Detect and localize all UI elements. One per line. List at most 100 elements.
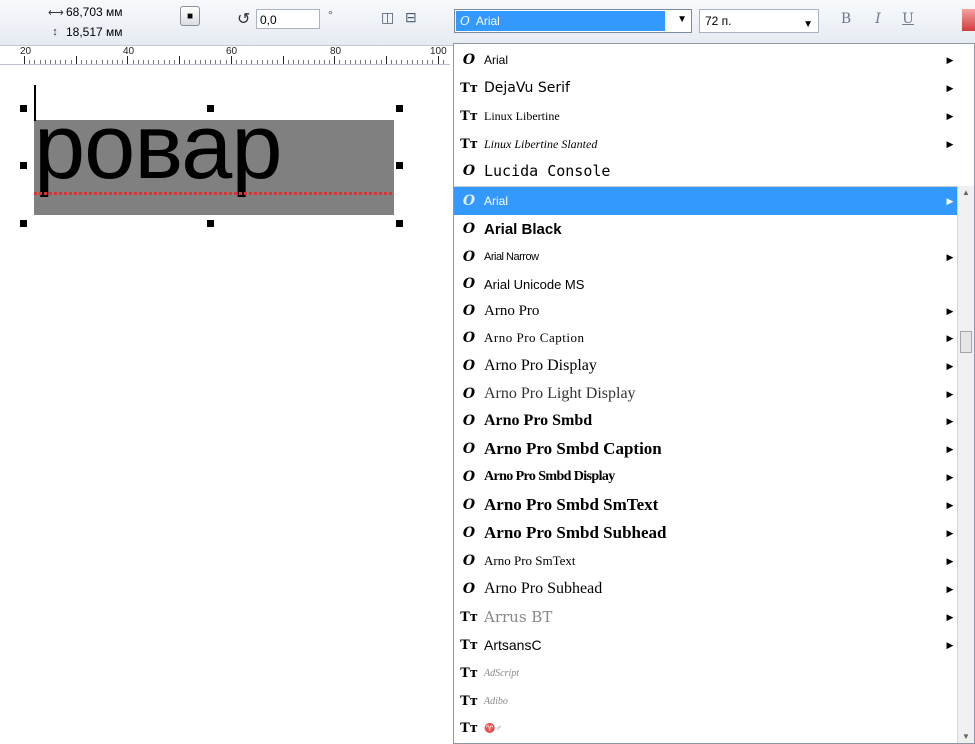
font-name: Arial Black bbox=[484, 220, 562, 238]
font-item[interactable]: O Arial Black bbox=[454, 215, 958, 243]
truetype-icon: Tт bbox=[460, 136, 478, 152]
ruler-tick bbox=[318, 60, 320, 64]
rotation-angle-input[interactable]: 0,0 bbox=[256, 9, 320, 29]
ruler-tick bbox=[39, 60, 41, 64]
font-item[interactable]: Tт Linux Libertine Slanted ▶ bbox=[454, 130, 958, 158]
font-item[interactable]: O Arial Unicode MS bbox=[454, 270, 958, 298]
selection-handle[interactable] bbox=[20, 162, 27, 169]
ruler-tick bbox=[101, 60, 103, 64]
submenu-arrow-icon: ▶ bbox=[946, 360, 954, 371]
font-item[interactable]: O Lucida Console bbox=[454, 157, 958, 185]
artistic-text[interactable]: ровар bbox=[34, 77, 283, 217]
ruler-tick bbox=[235, 60, 237, 64]
ruler-tick bbox=[96, 60, 98, 64]
font-dropdown-list[interactable]: O Arial ▶ Tт DejaVu Serif ▶ Tт Linux Lib… bbox=[453, 43, 975, 744]
ruler-tick bbox=[148, 60, 150, 64]
ruler-tick bbox=[427, 60, 429, 64]
bold-button[interactable]: B bbox=[836, 9, 856, 29]
font-size-combo[interactable]: 72 п. ▼ bbox=[699, 9, 819, 33]
font-item[interactable]: Tт Adibo bbox=[454, 687, 958, 715]
ruler-tick bbox=[396, 60, 398, 64]
selection-handle[interactable] bbox=[207, 105, 214, 112]
opentype-icon: O bbox=[462, 193, 476, 209]
submenu-arrow-icon: ▶ bbox=[946, 138, 954, 149]
scrollbar-thumb[interactable] bbox=[960, 331, 972, 353]
font-list-combo[interactable]: O Arial ▼ bbox=[454, 9, 692, 33]
font-item[interactable]: O Arno Pro Smbd Display ▶ bbox=[454, 463, 958, 491]
opentype-icon: O bbox=[462, 163, 476, 179]
chevron-down-icon[interactable]: ▼ bbox=[803, 14, 813, 36]
ruler-tick bbox=[266, 60, 268, 64]
opentype-icon: O bbox=[462, 303, 476, 319]
opentype-icon: O bbox=[462, 581, 476, 597]
font-name: Arno Pro Display bbox=[484, 357, 597, 374]
font-name: Arno Pro Subhead bbox=[484, 580, 603, 597]
submenu-arrow-icon: ▶ bbox=[946, 110, 954, 121]
font-item[interactable]: O Arno Pro Light Display ▶ bbox=[454, 380, 958, 408]
width-value[interactable]: 68,703 мм bbox=[66, 5, 123, 19]
font-item[interactable]: Tт Arrus BT ▶ bbox=[454, 603, 958, 631]
scroll-up-icon[interactable]: ▲ bbox=[958, 188, 974, 197]
ruler-tick bbox=[225, 60, 227, 64]
mirror-horizontal-icon[interactable]: ◫ bbox=[381, 9, 394, 26]
ruler-tick bbox=[60, 60, 62, 64]
font-item[interactable]: O Arno Pro Caption ▶ bbox=[454, 324, 958, 352]
underline-button[interactable]: U bbox=[898, 9, 918, 29]
font-item[interactable]: O Arno Pro SmText ▶ bbox=[454, 547, 958, 575]
submenu-arrow-icon: ▶ bbox=[946, 583, 954, 594]
ruler-tick bbox=[137, 60, 139, 64]
chevron-down-icon[interactable]: ▼ bbox=[677, 14, 687, 25]
ruler-tick bbox=[432, 60, 434, 64]
ruler-tick bbox=[256, 60, 258, 64]
font-item[interactable]: O Arno Pro Subhead ▶ bbox=[454, 575, 958, 603]
opentype-icon: O bbox=[462, 249, 476, 265]
text-align-button[interactable] bbox=[962, 9, 975, 31]
selection-handle[interactable] bbox=[396, 162, 403, 169]
ruler-tick bbox=[75, 56, 77, 64]
object-height[interactable]: ↕ 18,517 мм bbox=[48, 25, 123, 39]
font-item-selected[interactable]: O Arial ▶ bbox=[454, 187, 958, 215]
font-item[interactable]: O Arno Pro Smbd Caption ▶ bbox=[454, 435, 958, 463]
font-item[interactable]: O Arno Pro Smbd Subhead ▶ bbox=[454, 519, 958, 547]
ruler-tick bbox=[158, 60, 160, 64]
font-item[interactable]: O Arial Narrow ▶ bbox=[454, 243, 958, 271]
ruler-tick bbox=[189, 60, 191, 64]
font-name: Arno Pro Smbd Display bbox=[484, 469, 615, 484]
font-item[interactable]: Tт Linux Libertine ▶ bbox=[454, 102, 958, 130]
lock-ratio-button[interactable]: ■ bbox=[180, 6, 200, 26]
height-value[interactable]: 18,517 мм bbox=[66, 25, 123, 39]
font-item[interactable]: Tт DejaVu Serif ▶ bbox=[454, 74, 958, 102]
selection-handle[interactable] bbox=[396, 220, 403, 227]
drawing-canvas[interactable]: ровар bbox=[0, 65, 452, 744]
ruler-tick bbox=[29, 60, 31, 64]
font-item[interactable]: Tт ArtsansC ▶ bbox=[454, 631, 958, 659]
font-name: Arno Pro Smbd SmText bbox=[484, 495, 659, 514]
italic-button[interactable]: I bbox=[868, 9, 888, 29]
selection-handle[interactable] bbox=[20, 220, 27, 227]
submenu-arrow-icon: ▶ bbox=[946, 195, 954, 206]
font-combo-selection[interactable]: O Arial bbox=[456, 11, 665, 31]
font-item[interactable]: O Arno Pro Display ▶ bbox=[454, 352, 958, 380]
font-name: Arno Pro Light Display bbox=[484, 385, 636, 402]
font-item[interactable]: Tт ♈♂ bbox=[454, 714, 958, 742]
dropdown-scrollbar[interactable]: ▲ ▼ bbox=[957, 186, 974, 743]
font-item[interactable]: O Arno Pro ▶ bbox=[454, 297, 958, 325]
font-item[interactable]: O Arial ▶ bbox=[454, 46, 958, 74]
selection-handle[interactable] bbox=[396, 105, 403, 112]
selection-handle[interactable] bbox=[207, 220, 214, 227]
font-name: Arial Narrow bbox=[484, 251, 539, 263]
font-item[interactable]: O Arno Pro Smbd SmText ▶ bbox=[454, 491, 958, 519]
selection-handle[interactable] bbox=[20, 105, 27, 112]
font-name: Arno Pro bbox=[484, 302, 540, 319]
opentype-icon: O bbox=[462, 525, 476, 541]
font-item[interactable]: O Arno Pro Smbd ▶ bbox=[454, 407, 958, 435]
ruler-tick bbox=[194, 60, 196, 64]
ruler-tick bbox=[375, 60, 377, 64]
scroll-down-icon[interactable]: ▼ bbox=[958, 732, 974, 741]
font-item[interactable]: Tт AdScript bbox=[454, 659, 958, 687]
mirror-vertical-icon[interactable]: ⊟ bbox=[405, 9, 417, 26]
ruler-tick bbox=[117, 60, 119, 64]
ruler-tick bbox=[34, 60, 36, 64]
object-width[interactable]: ⟷ 68,703 мм bbox=[48, 5, 123, 19]
ruler-tick bbox=[199, 60, 201, 64]
